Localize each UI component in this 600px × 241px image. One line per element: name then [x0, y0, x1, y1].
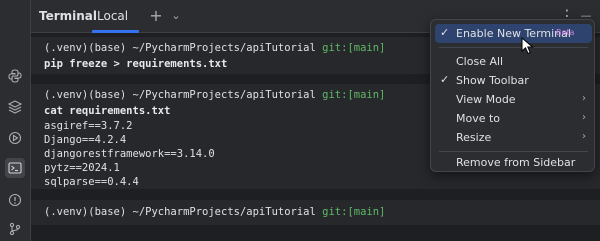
prompt-line: (.venv)(base) ~/PycharmProjects/apiTutor…	[44, 206, 385, 218]
panel-title: Terminal	[39, 9, 98, 23]
git-branch: [main]	[347, 89, 386, 101]
terminal-icon[interactable]	[5, 158, 25, 178]
prompt-line: (.venv)(base) ~/PycharmProjects/apiTutor…	[44, 42, 385, 54]
tool-window-sidebar	[0, 0, 31, 241]
prompt-path: (.venv)(base) ~/PycharmProjects/apiTutor…	[44, 89, 323, 101]
menu-item-enable-new-terminal[interactable]: ✓ Enable New Terminal Beta	[435, 24, 592, 43]
chevron-right-icon: ›	[582, 112, 586, 123]
prompt-path: (.venv)(base) ~/PycharmProjects/apiTutor…	[44, 206, 323, 218]
beta-badge: Beta	[556, 28, 575, 37]
layers-icon[interactable]	[5, 97, 25, 117]
menu-item-label: Close All	[456, 55, 504, 68]
mouse-pointer-icon	[521, 37, 534, 55]
prompt-path: (.venv)(base) ~/PycharmProjects/apiTutor…	[44, 42, 323, 54]
menu-item-remove-from-sidebar[interactable]: Remove from Sidebar	[435, 153, 592, 172]
tab-local[interactable]: Local	[97, 9, 128, 23]
command-text: cat requirements.txt	[44, 105, 171, 117]
command-text: pip freeze > requirements.txt	[44, 58, 228, 70]
menu-item-label: Show Toolbar	[456, 74, 529, 87]
menu-separator	[439, 151, 588, 152]
menu-item-show-toolbar[interactable]: ✓ Show Toolbar	[435, 71, 592, 90]
output-line: pytz==2024.1	[44, 162, 120, 174]
chevron-right-icon: ›	[582, 131, 586, 142]
chevron-right-icon: ›	[582, 93, 586, 104]
add-tab-icon[interactable]: +	[147, 6, 165, 26]
problems-icon[interactable]	[5, 190, 25, 210]
check-icon: ✓	[440, 26, 450, 39]
menu-item-close-all[interactable]: Close All	[435, 52, 592, 71]
git-icon[interactable]	[5, 219, 25, 239]
menu-item-label: Remove from Sidebar	[456, 156, 576, 169]
menu-separator	[439, 47, 588, 48]
git-label: git:	[322, 206, 348, 218]
output-line: asgiref==3.7.2	[44, 120, 133, 132]
output-line: djangorestframework==3.14.0	[44, 148, 215, 160]
tab-active-indicator	[92, 30, 139, 33]
git-branch: [main]	[347, 206, 386, 218]
menu-item-move-to[interactable]: Move to ›	[435, 109, 592, 128]
output-line: sqlparse==0.4.4	[44, 176, 139, 188]
check-icon: ✓	[440, 73, 450, 86]
menu-item-label: View Mode	[456, 93, 516, 106]
python-console-icon[interactable]	[5, 66, 25, 86]
git-label: git:	[322, 42, 348, 54]
menu-item-resize[interactable]: Resize ›	[435, 128, 592, 147]
git-branch: [main]	[347, 42, 386, 54]
menu-item-view-mode[interactable]: View Mode ›	[435, 90, 592, 109]
menu-item-label: Move to	[456, 112, 501, 125]
services-icon[interactable]	[5, 128, 25, 148]
chevron-down-icon[interactable]: ⌄	[167, 6, 185, 26]
menu-item-label: Enable New Terminal	[456, 27, 571, 40]
prompt-line: (.venv)(base) ~/PycharmProjects/apiTutor…	[44, 89, 385, 101]
output-line: Django==4.2.4	[44, 134, 127, 146]
git-label: git:	[322, 89, 348, 101]
command-block[interactable]: (.venv)(base) ~/PycharmProjects/apiTutor…	[31, 200, 600, 225]
terminal-options-menu: ✓ Enable New Terminal Beta Close All ✓ S…	[430, 19, 595, 172]
menu-item-label: Resize	[456, 131, 492, 144]
